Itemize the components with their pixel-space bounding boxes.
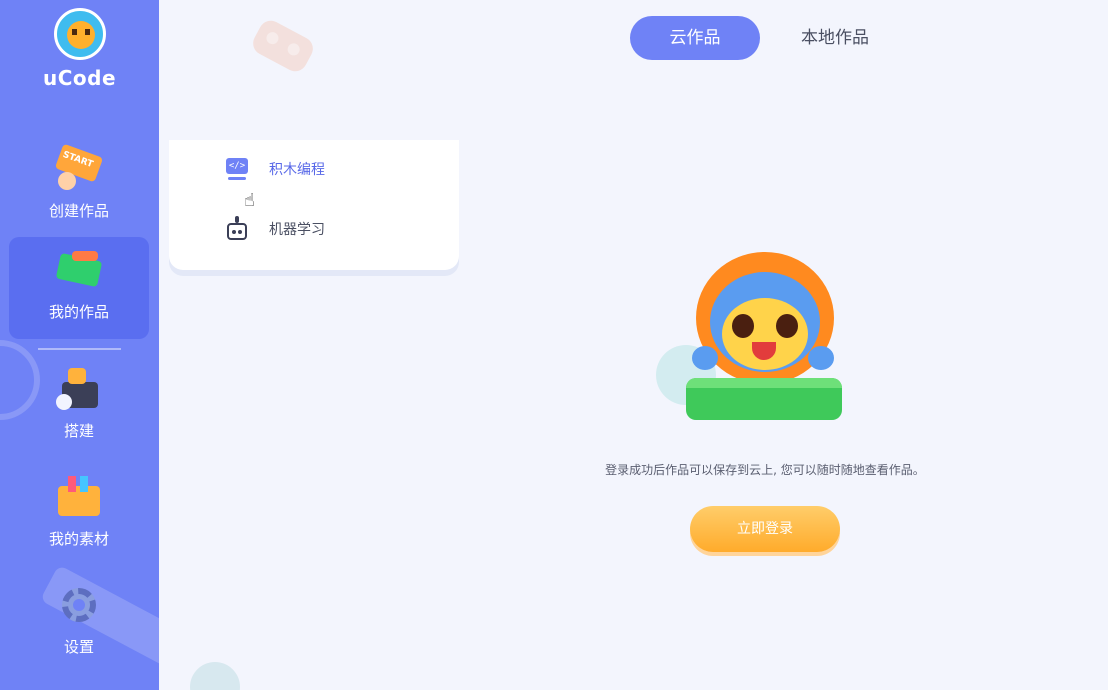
menu-item-block-coding[interactable]: </> 积木编程	[224, 154, 325, 184]
lion-mascot-icon	[53, 8, 106, 60]
gear-icon	[54, 580, 104, 630]
asset-folder-icon	[54, 472, 104, 522]
tab-local-works[interactable]: 本地作品	[770, 16, 900, 60]
tab-cloud-works[interactable]: 云作品	[630, 16, 760, 60]
menu-item-label: 积木编程	[269, 162, 325, 178]
sidebar-item-label: 搭建	[63, 422, 94, 440]
login-button[interactable]: 立即登录	[690, 506, 840, 552]
works-folder-icon	[54, 245, 104, 295]
sidebar-divider	[38, 348, 121, 350]
robot-icon	[224, 216, 250, 242]
menu-item-label: 机器学习	[269, 222, 325, 238]
sidebar-item-my-assets[interactable]: 我的素材	[9, 464, 149, 566]
empty-state-message: 登录成功后作品可以保存到云上, 您可以随时随地查看作品。	[605, 463, 925, 477]
decorative-circle	[190, 662, 240, 690]
sidebar-item-my-works[interactable]: 我的作品	[9, 237, 149, 339]
sidebar: uCode START 创建作品 我的作品 搭建 我的素材 设置	[0, 0, 159, 690]
sidebar-item-label: 我的作品	[48, 303, 109, 321]
build-blocks-icon	[54, 364, 104, 414]
sidebar-item-label: 我的素材	[48, 530, 109, 548]
sidebar-item-label: 设置	[63, 638, 94, 656]
create-dropdown-menu: </> 积木编程 机器学习	[169, 140, 459, 270]
sidebar-item-create[interactable]: START 创建作品	[9, 136, 149, 238]
sidebar-item-label: 创建作品	[48, 202, 109, 220]
sidebar-item-settings[interactable]: 设置	[9, 572, 149, 674]
start-sign-icon: START	[54, 143, 104, 194]
empty-state-mascot	[652, 250, 852, 428]
menu-item-machine-learning[interactable]: 机器学习	[224, 214, 325, 244]
code-screen-icon: </>	[224, 156, 250, 182]
sidebar-item-build[interactable]: 搭建	[9, 356, 149, 458]
pointer-hand-icon: ☝	[244, 190, 255, 211]
app-logo: uCode	[0, 8, 159, 90]
decorative-block	[248, 16, 318, 76]
app-logo-text: uCode	[42, 66, 117, 90]
